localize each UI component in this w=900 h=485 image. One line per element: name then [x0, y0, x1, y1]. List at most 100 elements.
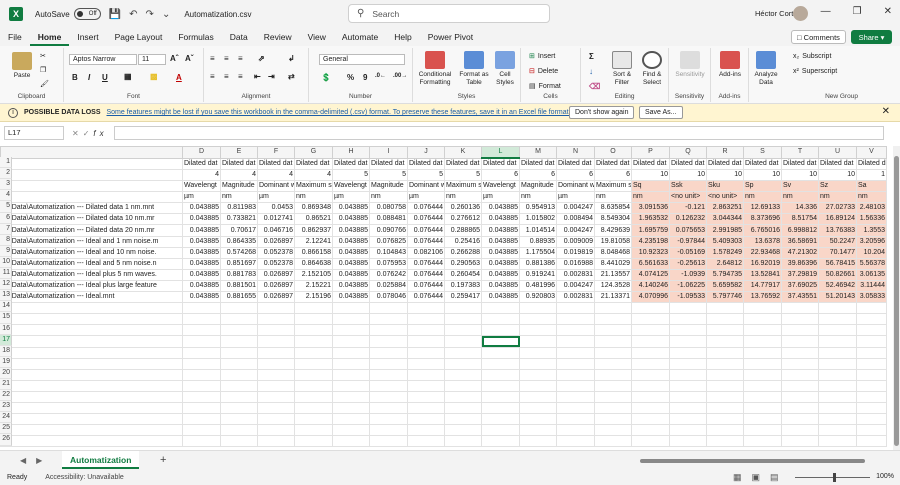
comma-style-icon[interactable]: 9 [363, 73, 367, 82]
cell[interactable]: 0.266288 [444, 246, 482, 259]
cell[interactable]: Dominant w [407, 180, 445, 193]
cell[interactable] [669, 302, 707, 315]
cell[interactable]: 0.082106 [407, 246, 445, 259]
cell[interactable] [257, 413, 295, 426]
cell[interactable]: 37.43551 [781, 291, 819, 304]
cell[interactable] [0, 335, 183, 348]
cell[interactable] [0, 379, 183, 392]
cell[interactable]: 3.06135 [856, 268, 887, 281]
cell[interactable] [257, 379, 295, 392]
cell[interactable] [332, 302, 370, 315]
cell[interactable] [743, 324, 782, 337]
cell[interactable]: 2.64812 [706, 257, 744, 270]
cell[interactable] [706, 346, 744, 359]
cell[interactable] [332, 435, 370, 448]
cell[interactable] [0, 390, 183, 403]
cell[interactable]: 3.11444 [856, 279, 887, 293]
cell[interactable] [369, 357, 408, 370]
cell[interactable] [631, 368, 670, 381]
cell[interactable]: 5.56378 [856, 257, 887, 270]
cell[interactable] [594, 313, 632, 326]
cell[interactable]: 6.765016 [743, 224, 782, 237]
cell[interactable]: 12.69133 [743, 202, 782, 215]
cell[interactable] [332, 313, 370, 326]
cell[interactable]: 0.862937 [294, 224, 333, 237]
cell[interactable]: 0.276612 [444, 213, 482, 226]
cell[interactable] [856, 401, 887, 415]
cell[interactable]: 6.998812 [781, 224, 819, 237]
share-button[interactable]: Share ▾ [851, 30, 892, 44]
cell[interactable]: 0.046716 [257, 224, 295, 237]
align-right-icon[interactable]: ≡ [238, 72, 243, 81]
cell[interactable] [706, 390, 744, 403]
autosave-toggle[interactable]: Off [73, 8, 101, 20]
bold-icon[interactable]: B [72, 73, 78, 82]
cell[interactable]: Dilated dat [444, 157, 482, 170]
cell[interactable] [781, 302, 819, 315]
cell[interactable]: 3.05833 [856, 291, 887, 304]
analyze-data-button[interactable]: Analyze Data [751, 51, 781, 87]
cell[interactable]: µm [481, 191, 520, 204]
row-header[interactable]: 2 [0, 168, 12, 180]
cell[interactable] [182, 379, 221, 392]
cell[interactable] [631, 401, 670, 415]
cell[interactable] [556, 379, 595, 392]
cell[interactable] [369, 313, 408, 326]
cell[interactable] [407, 424, 445, 437]
cell[interactable] [519, 401, 557, 415]
menu-view[interactable]: View [300, 28, 334, 46]
row-header[interactable]: 4 [0, 190, 12, 202]
vertical-scroll-thumb[interactable] [894, 156, 899, 446]
cell[interactable] [594, 424, 632, 437]
cell[interactable] [556, 435, 595, 448]
row-header[interactable]: 1 [0, 157, 12, 169]
cell[interactable]: 39.86396 [781, 257, 819, 270]
cell[interactable] [856, 313, 887, 326]
row-label-cell[interactable]: on\Data\Automatization --- Dilated data … [0, 224, 183, 237]
subscript-button[interactable]: x₂ Subscript [793, 53, 831, 60]
font-color-icon[interactable]: A [176, 73, 182, 82]
cell[interactable] [519, 435, 557, 448]
cell[interactable]: 1.014514 [519, 224, 557, 237]
cell[interactable]: 0.009009 [556, 235, 595, 248]
cell[interactable]: 0.052378 [257, 246, 295, 259]
decrease-decimal-icon[interactable]: .00→ [393, 73, 407, 79]
cell[interactable]: 0.016988 [556, 257, 595, 270]
cell[interactable]: 5.659582 [706, 279, 744, 293]
accounting-format-icon[interactable]: 💲 [321, 73, 331, 82]
column-header-L[interactable]: L [481, 146, 520, 159]
cell[interactable]: 0.043885 [182, 279, 221, 293]
menu-automate[interactable]: Automate [334, 28, 386, 46]
cell[interactable] [856, 346, 887, 359]
cell[interactable] [407, 401, 445, 415]
cell[interactable] [220, 401, 258, 415]
delete-cells-button[interactable]: ⊟ Delete [529, 67, 558, 76]
cell[interactable]: 0.104843 [369, 246, 408, 259]
menu-file[interactable]: File [0, 28, 30, 46]
cell[interactable]: 10 [669, 168, 707, 182]
wrap-text-icon[interactable]: ↲ [288, 54, 295, 63]
cell[interactable]: 13.76592 [743, 291, 782, 304]
cell[interactable]: 0.026897 [257, 279, 295, 293]
cell[interactable] [781, 401, 819, 415]
cell[interactable]: 0.043885 [332, 235, 370, 248]
cell[interactable]: 0.25416 [444, 235, 482, 248]
cell[interactable] [594, 379, 632, 392]
cell[interactable] [631, 379, 670, 392]
cell[interactable] [818, 390, 857, 403]
cell[interactable] [369, 379, 408, 392]
cell[interactable] [556, 413, 595, 426]
cell[interactable]: Dilated dat [594, 157, 632, 170]
add-sheet-icon[interactable]: + [160, 454, 166, 466]
cell[interactable]: 0.260454 [444, 268, 482, 281]
cell[interactable]: Dilated dat [519, 157, 557, 170]
cell[interactable]: 0.004247 [556, 279, 595, 293]
cell[interactable] [369, 368, 408, 381]
row-header[interactable]: 25 [0, 423, 12, 435]
column-header-V[interactable]: V [856, 146, 887, 159]
cell[interactable]: -0.121 [669, 202, 707, 215]
format-cells-button[interactable]: ▤ Format [529, 82, 561, 91]
cell[interactable] [856, 390, 887, 403]
merge-center-icon[interactable]: ⇄ [288, 72, 295, 81]
row-header[interactable]: 8 [0, 234, 12, 246]
